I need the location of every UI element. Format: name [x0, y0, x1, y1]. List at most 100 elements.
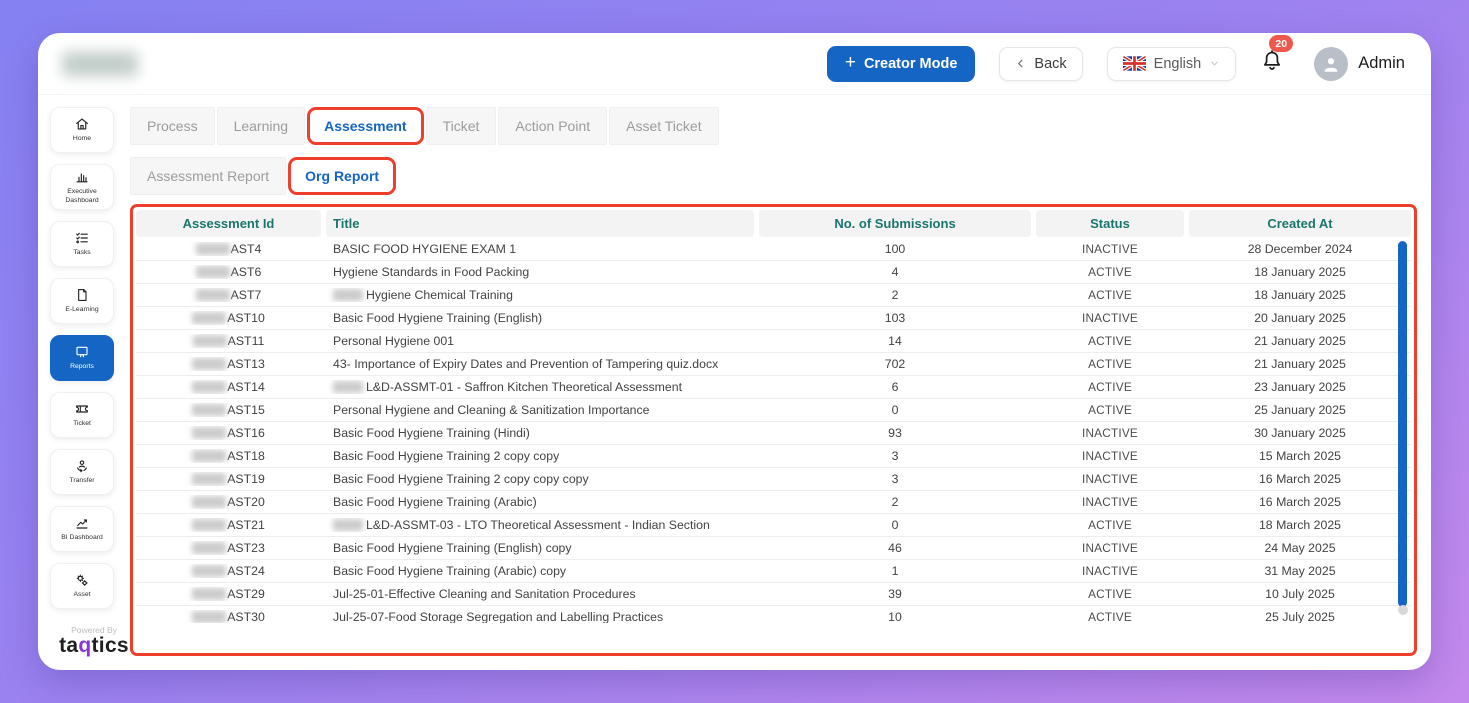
table-row: AST6 Hygiene Standards in Food Packing 4…: [136, 261, 1411, 284]
back-button[interactable]: Back: [999, 47, 1082, 81]
redacted-title-prefix: [333, 289, 363, 301]
assessment-id-cell: AST18: [136, 449, 321, 463]
sidebar-item[interactable]: Reports: [50, 335, 114, 381]
sidebar-item-label: Tasks: [71, 249, 92, 257]
powered-by-block: Powered By taqtics: [50, 621, 138, 656]
user-menu[interactable]: Admin: [1314, 47, 1405, 81]
submissions-cell: 100: [759, 242, 1031, 256]
notifications-button[interactable]: 20: [1260, 48, 1284, 79]
user-name: Admin: [1358, 54, 1405, 73]
assessment-id-cell: AST21: [136, 518, 321, 532]
sidebar-item[interactable]: E-Learning: [50, 278, 114, 324]
assessment-id-cell: AST11: [136, 334, 321, 348]
status-cell: INACTIVE: [1036, 541, 1184, 555]
table-scrollbar[interactable]: [1398, 241, 1407, 615]
top-bar-actions: + Creator Mode Back: [827, 46, 1405, 82]
redacted-id-prefix: [192, 519, 226, 531]
table-row: AST20 Basic Food Hygiene Training (Arabi…: [136, 491, 1411, 514]
uk-flag-icon: [1123, 56, 1146, 71]
created-at-cell: 28 December 2024: [1189, 242, 1411, 256]
sidebar-item[interactable]: BI Dashboard: [50, 506, 114, 552]
status-cell: INACTIVE: [1036, 242, 1184, 256]
sidebar-item[interactable]: Ticket: [50, 392, 114, 438]
column-header-status: Status: [1036, 210, 1184, 237]
sidebar-item[interactable]: Transfer: [50, 449, 114, 495]
chevron-down-icon: [1209, 58, 1220, 69]
title-cell: Basic Food Hygiene Training (Hindi): [326, 426, 754, 440]
status-cell: INACTIVE: [1036, 311, 1184, 325]
submissions-cell: 10: [759, 610, 1031, 623]
title-cell: Basic Food Hygiene Training (English): [326, 311, 754, 325]
sidebar-item-label: Executive Dashboard: [51, 188, 113, 204]
tab-label: Ticket: [443, 118, 480, 134]
sidebar-item[interactable]: Executive Dashboard: [50, 164, 114, 210]
sidebar-item[interactable]: Home: [50, 107, 114, 153]
submissions-cell: 3: [759, 472, 1031, 486]
created-at-cell: 25 January 2025: [1189, 403, 1411, 417]
created-at-cell: 20 January 2025: [1189, 311, 1411, 325]
table-row: AST24 Basic Food Hygiene Training (Arabi…: [136, 560, 1411, 583]
submissions-cell: 103: [759, 311, 1031, 325]
tasks-icon: [74, 230, 90, 246]
redacted-id-prefix: [192, 565, 226, 577]
tab-label: Process: [147, 118, 198, 134]
app-logo: [62, 52, 138, 76]
scrollbar-end-dot: [1398, 605, 1408, 615]
redacted-id-prefix: [196, 243, 230, 255]
title-cell: Personal Hygiene 001: [326, 334, 754, 348]
submissions-cell: 39: [759, 587, 1031, 601]
sidebar-item[interactable]: Asset: [50, 563, 114, 609]
redacted-id-prefix: [192, 381, 226, 393]
assessment-id-cell: AST23: [136, 541, 321, 555]
title-cell: Basic Food Hygiene Training 2 copy copy: [326, 449, 754, 463]
report-tab[interactable]: Asset Ticket: [609, 107, 718, 145]
language-selector[interactable]: English: [1107, 47, 1237, 81]
notification-count-badge: 20: [1269, 35, 1293, 52]
created-at-cell: 15 March 2025: [1189, 449, 1411, 463]
created-at-cell: 18 March 2025: [1189, 518, 1411, 532]
sidebar-item-label: E-Learning: [63, 306, 100, 314]
report-tab[interactable]: Ticket: [426, 107, 497, 145]
assessment-id-cell: AST16: [136, 426, 321, 440]
report-subtab[interactable]: Assessment Report: [130, 157, 286, 195]
redacted-id-prefix: [192, 611, 226, 623]
report-subtab[interactable]: Org Report: [288, 157, 396, 195]
created-at-cell: 18 January 2025: [1189, 288, 1411, 302]
asset-icon: [74, 572, 90, 588]
created-at-cell: 23 January 2025: [1189, 380, 1411, 394]
scrollbar-thumb[interactable]: [1398, 241, 1407, 607]
report-tab[interactable]: Process: [130, 107, 215, 145]
redacted-id-prefix: [192, 312, 226, 324]
app-window: + Creator Mode Back: [38, 33, 1431, 670]
status-cell: ACTIVE: [1036, 587, 1184, 601]
back-label: Back: [1034, 56, 1066, 72]
sidebar-item-label: Home: [71, 135, 93, 143]
content-area: Process Learning Assessment Ticket: [130, 107, 1417, 670]
created-at-cell: 24 May 2025: [1189, 541, 1411, 555]
e-learning-icon: [74, 287, 90, 303]
redacted-id-prefix: [192, 450, 226, 462]
table-row: AST14 L&D-ASSMT-01 - Saffron Kitchen The…: [136, 376, 1411, 399]
title-cell: L&D-ASSMT-03 - LTO Theoretical Assessmen…: [326, 518, 754, 532]
title-cell: Jul-25-01-Effective Cleaning and Sanitat…: [326, 587, 754, 601]
assessment-id-cell: AST13: [136, 357, 321, 371]
report-tab[interactable]: Assessment: [307, 107, 424, 145]
reports-icon: [74, 344, 90, 360]
title-cell: 43- Importance of Expiry Dates and Preve…: [326, 357, 754, 371]
sidebar-item-label: BI Dashboard: [59, 534, 105, 542]
table-row: AST11 Personal Hygiene 001 14 ACTIVE 21 …: [136, 330, 1411, 353]
table-row: AST19 Basic Food Hygiene Training 2 copy…: [136, 468, 1411, 491]
table-row: AST30 Jul-25-07-Food Storage Segregation…: [136, 606, 1411, 623]
redacted-title-prefix: [333, 519, 363, 531]
submissions-cell: 6: [759, 380, 1031, 394]
submissions-cell: 2: [759, 288, 1031, 302]
assessment-id-cell: AST30: [136, 610, 321, 623]
report-tab[interactable]: Action Point: [498, 107, 607, 145]
title-cell: BASIC FOOD HYGIENE EXAM 1: [326, 242, 754, 256]
table-row: AST23 Basic Food Hygiene Training (Engli…: [136, 537, 1411, 560]
creator-mode-button[interactable]: + Creator Mode: [827, 46, 976, 82]
report-tab[interactable]: Learning: [217, 107, 306, 145]
title-cell: Hygiene Chemical Training: [326, 288, 754, 302]
sidebar-item[interactable]: Tasks: [50, 221, 114, 267]
title-cell: L&D-ASSMT-01 - Saffron Kitchen Theoretic…: [326, 380, 754, 394]
